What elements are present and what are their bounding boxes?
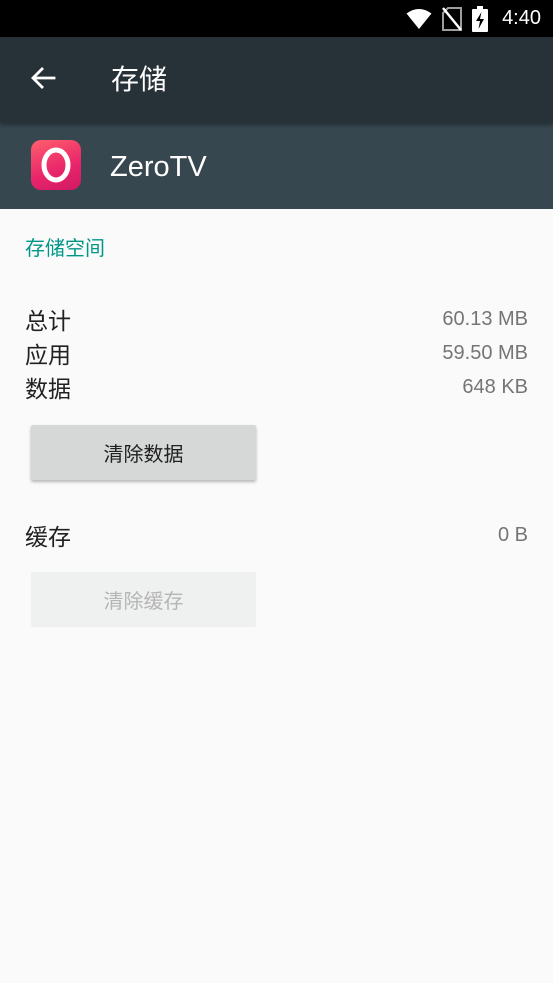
zerotv-app-icon (31, 140, 81, 190)
stat-label: 缓存 (25, 525, 71, 551)
status-time: 4:40 (502, 7, 541, 29)
stat-value: 60.13 MB (442, 307, 528, 330)
status-icons: 4:40 (406, 0, 541, 37)
stat-value: 59.50 MB (442, 341, 528, 364)
stat-row-cache: 缓存 0 B (25, 518, 528, 552)
stat-value: 648 KB (462, 375, 528, 398)
stat-row-data: 数据 648 KB (25, 370, 528, 404)
status-bar: 4:40 (0, 0, 553, 37)
wifi-icon (406, 8, 432, 30)
back-button[interactable] (19, 56, 67, 104)
stat-label: 总计 (25, 309, 71, 335)
stat-label: 应用 (25, 343, 71, 369)
clear-cache-button[interactable]: 清除缓存 (31, 572, 256, 627)
app-bar: 存储 (0, 37, 553, 123)
stat-value: 0 B (497, 523, 528, 546)
clear-data-button[interactable]: 清除数据 (31, 425, 256, 480)
app-header: ZeroTV (0, 123, 553, 209)
battery-charging-icon (472, 5, 489, 32)
app-name: ZeroTV (110, 151, 207, 183)
stat-row-total: 总计 60.13 MB (25, 302, 528, 336)
no-sim-icon (442, 6, 463, 31)
arrow-back-icon (30, 65, 56, 95)
stat-row-app: 应用 59.50 MB (25, 336, 528, 370)
stat-label: 数据 (25, 377, 71, 403)
storage-section-title: 存储空间 (25, 236, 105, 260)
page-title: 存储 (111, 63, 168, 96)
